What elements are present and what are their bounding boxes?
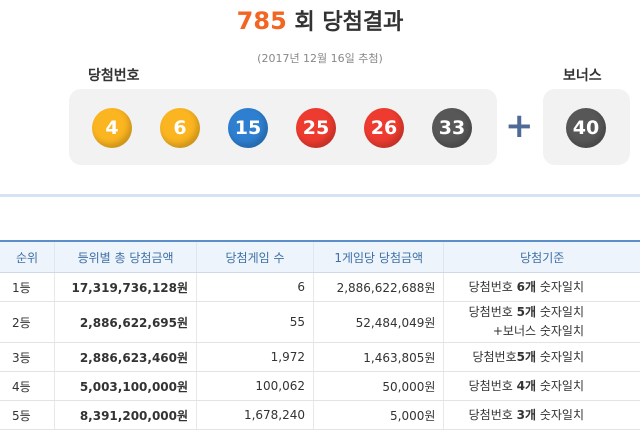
criteria-cell: 당첨번호 5개 숫자일치 +보너스 숫자일치 (443, 301, 640, 343)
winning-ball-6: 33 (432, 108, 472, 148)
criteria-suffix: 숫자일치 (536, 349, 584, 364)
total-prize-cell: 17,319,736,128원 (54, 272, 198, 302)
prize-table: 순위 등위별 총 당첨금액 당첨게임 수 1게임당 당첨금액 당첨기준 1등 1… (0, 240, 640, 430)
winning-ball-2: 6 (160, 108, 200, 148)
rank-cell: 3등 (0, 342, 56, 372)
winner-count-cell: 1,678,240 (196, 400, 315, 430)
total-prize-cell: 2,886,622,695원 (54, 301, 198, 343)
round-number: 785 (236, 7, 287, 35)
winning-ball-1: 4 (92, 108, 132, 148)
total-prize-cell: 8,391,200,000원 (54, 400, 198, 430)
criteria-cell: 당첨번호 3개 숫자일치 (443, 400, 640, 430)
criteria-cell: 당첨번호 6개 숫자일치 (443, 272, 640, 302)
table-row: 2등 2,886,622,695원 55 52,484,049원 당첨번호 5개… (0, 301, 640, 343)
result-title: 785 회 당첨결과 (0, 4, 640, 36)
winner-count-cell: 1,972 (196, 342, 315, 372)
criteria-suffix: 숫자일치 (536, 407, 584, 422)
winning-ball-4: 25 (296, 108, 336, 148)
criteria-prefix: 당첨번호 (468, 305, 517, 319)
header-rank: 순위 (0, 240, 56, 273)
criteria-prefix: 당첨번호 (472, 349, 517, 364)
criteria-suffix: 숫자일치 (536, 378, 584, 393)
winning-numbers-label: 당첨번호 (88, 68, 140, 84)
plus-icon: + (505, 106, 534, 146)
criteria-suffix: 숫자일치 (536, 279, 584, 294)
prize-per-game-cell: 50,000원 (313, 371, 445, 401)
criteria-count: 3개 (516, 407, 537, 422)
criteria-prefix: 당첨번호 (468, 378, 517, 393)
prize-per-game-cell: 1,463,805원 (313, 342, 445, 372)
winning-ball-5: 26 (364, 108, 404, 148)
winning-ball-3: 15 (228, 108, 268, 148)
winner-count-cell: 100,062 (196, 371, 315, 401)
total-prize-cell: 5,003,100,000원 (54, 371, 198, 401)
prize-per-game-cell: 52,484,049원 (313, 301, 445, 343)
winner-count-cell: 6 (196, 272, 315, 302)
criteria-count: 5개 (516, 349, 537, 364)
winner-count-cell: 55 (196, 301, 315, 343)
table-row: 1등 17,319,736,128원 6 2,886,622,688원 당첨번호… (0, 272, 640, 302)
header-criteria: 당첨기준 (443, 240, 640, 273)
prize-per-game-cell: 5,000원 (313, 400, 445, 430)
header-total-prize: 등위별 총 당첨금액 (54, 240, 198, 273)
rank-cell: 4등 (0, 371, 56, 401)
criteria-cell: 당첨번호5개 숫자일치 (443, 342, 640, 372)
round-suffix: 회 당첨결과 (294, 10, 404, 35)
total-prize-cell: 2,886,623,460원 (54, 342, 198, 372)
bonus-ball: 40 (566, 108, 606, 148)
table-row: 3등 2,886,623,460원 1,972 1,463,805원 당첨번호5… (0, 342, 640, 372)
header-prize-per-game: 1게임당 당첨금액 (313, 240, 445, 273)
table-row: 5등 8,391,200,000원 1,678,240 5,000원 당첨번호 … (0, 400, 640, 430)
bonus-number-label: 보너스 (563, 68, 602, 84)
criteria-bonus-line: +보너스 숫자일치 (492, 324, 584, 338)
rank-cell: 5등 (0, 400, 56, 430)
criteria-count: 5개 (516, 305, 537, 319)
header-winner-count: 당첨게임 수 (196, 240, 315, 273)
draw-date: (2017년 12월 16일 추첨) (257, 52, 383, 65)
criteria-count: 4개 (516, 378, 537, 393)
prize-per-game-cell: 2,886,622,688원 (313, 272, 445, 302)
section-divider (0, 194, 640, 197)
criteria-count: 6개 (516, 279, 537, 294)
table-row: 4등 5,003,100,000원 100,062 50,000원 당첨번호 4… (0, 371, 640, 401)
criteria-cell: 당첨번호 4개 숫자일치 (443, 371, 640, 401)
rank-cell: 2등 (0, 301, 56, 343)
rank-cell: 1등 (0, 272, 56, 302)
criteria-suffix: 숫자일치 (536, 305, 584, 319)
criteria-prefix: 당첨번호 (468, 279, 517, 294)
table-header-row: 순위 등위별 총 당첨금액 당첨게임 수 1게임당 당첨금액 당첨기준 (0, 240, 640, 273)
criteria-prefix: 당첨번호 (468, 407, 517, 422)
